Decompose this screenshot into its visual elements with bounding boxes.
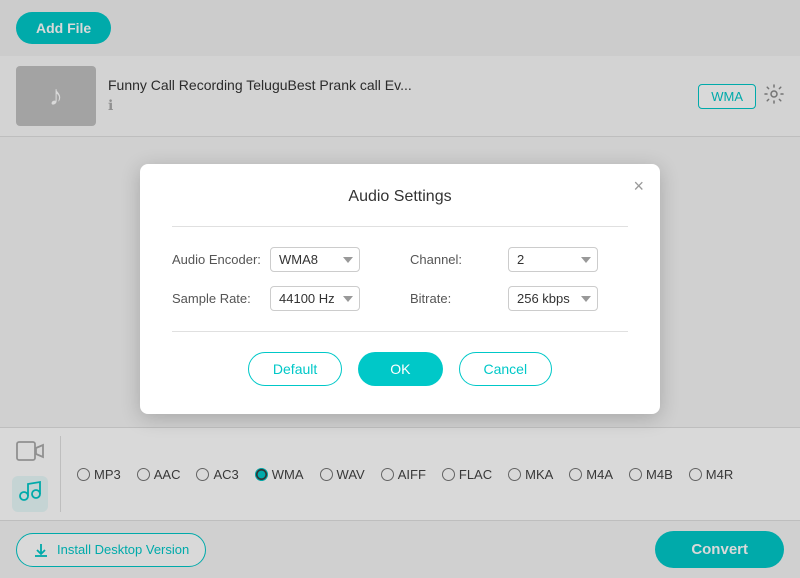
audio-settings-modal: × Audio Settings Audio Encoder: WMA8 WMA…	[140, 164, 660, 414]
modal-close-button[interactable]: ×	[633, 176, 644, 197]
audio-encoder-row: Audio Encoder: WMA8 WMA MP3 AAC	[172, 247, 390, 272]
audio-encoder-label: Audio Encoder:	[172, 252, 262, 267]
form-grid: Audio Encoder: WMA8 WMA MP3 AAC Channel:…	[172, 247, 628, 311]
default-button[interactable]: Default	[248, 352, 342, 386]
bitrate-label: Bitrate:	[410, 291, 500, 306]
sample-rate-select[interactable]: 44100 Hz 22050 Hz 11025 Hz 8000 Hz	[270, 286, 360, 311]
sample-rate-row: Sample Rate: 44100 Hz 22050 Hz 11025 Hz …	[172, 286, 390, 311]
modal-buttons: Default OK Cancel	[172, 352, 628, 386]
bitrate-select[interactable]: 256 kbps 128 kbps 192 kbps 320 kbps	[508, 286, 598, 311]
channel-label: Channel:	[410, 252, 500, 267]
channel-row: Channel: 2 1 4 6	[410, 247, 628, 272]
modal-top-divider	[172, 226, 628, 227]
channel-select[interactable]: 2 1 4 6	[508, 247, 598, 272]
cancel-button[interactable]: Cancel	[459, 352, 553, 386]
bitrate-row: Bitrate: 256 kbps 128 kbps 192 kbps 320 …	[410, 286, 628, 311]
audio-encoder-select[interactable]: WMA8 WMA MP3 AAC	[270, 247, 360, 272]
modal-title: Audio Settings	[172, 188, 628, 206]
modal-bottom-divider	[172, 331, 628, 332]
modal-overlay: × Audio Settings Audio Encoder: WMA8 WMA…	[0, 0, 800, 578]
sample-rate-label: Sample Rate:	[172, 291, 262, 306]
ok-button[interactable]: OK	[358, 352, 442, 386]
